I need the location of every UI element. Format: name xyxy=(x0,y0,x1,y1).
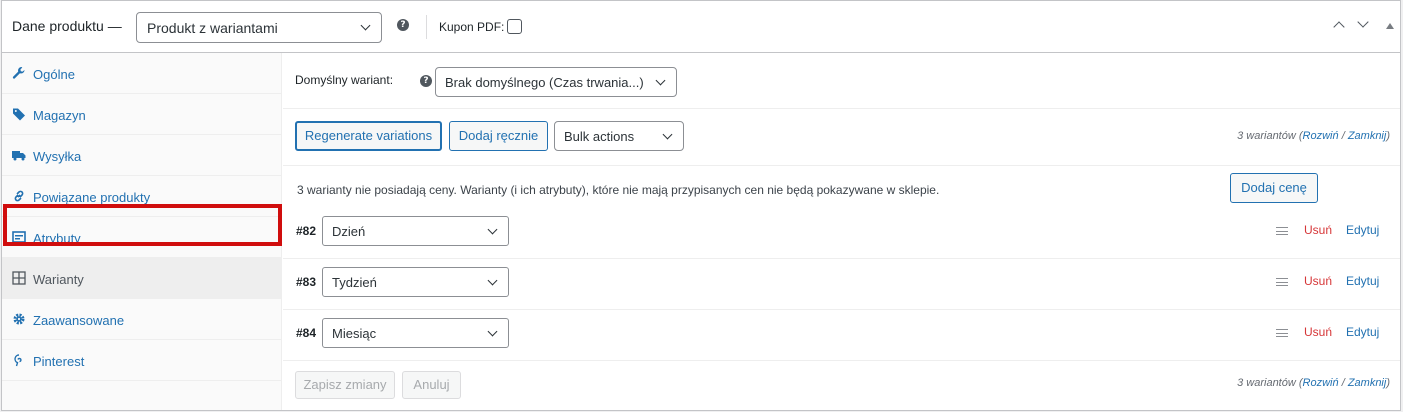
variation-attribute-value: Tydzień xyxy=(332,275,377,290)
pinterest-icon xyxy=(14,354,22,367)
tab-label: Zaawansowane xyxy=(33,313,125,328)
grid-icon xyxy=(12,271,26,285)
tab-variations[interactable]: Warianty xyxy=(2,258,281,299)
expand-link[interactable]: Rozwiń xyxy=(1303,377,1339,389)
chevron-down-icon xyxy=(662,129,673,140)
tag-icon xyxy=(13,108,25,121)
cancel-button[interactable]: Anuluj xyxy=(402,371,461,399)
gear-icon xyxy=(13,313,25,325)
move-up-icon[interactable] xyxy=(1333,21,1345,33)
edit-variation-link[interactable]: Edytuj xyxy=(1346,325,1379,339)
move-down-icon[interactable] xyxy=(1357,16,1369,28)
chevron-down-icon xyxy=(487,275,498,286)
variation-attribute-select[interactable]: Dzień xyxy=(322,216,509,246)
variations-count: 3 wariantów (Rozwiń / Zamknij) xyxy=(1237,130,1390,142)
collapse-link[interactable]: Zamknij xyxy=(1348,130,1387,142)
variation-attribute-value: Miesiąc xyxy=(332,326,377,341)
variation-attribute-select[interactable]: Tydzień xyxy=(322,267,509,297)
product-type-select[interactable]: Produkt z wariantami xyxy=(136,12,382,43)
tab-advanced[interactable]: Zaawansowane xyxy=(2,299,281,340)
variation-attribute-value: Dzień xyxy=(332,224,366,239)
tab-label: Pinterest xyxy=(33,354,85,369)
add-price-button[interactable]: Dodaj cenę xyxy=(1230,173,1318,203)
variation-id: #84 xyxy=(296,326,317,340)
edit-variation-link[interactable]: Edytuj xyxy=(1346,223,1379,237)
panel-header: Dane produktu — Produkt z wariantami ? K… xyxy=(2,1,1400,53)
tab-shipping[interactable]: Wysyłka xyxy=(2,135,281,176)
chevron-down-icon xyxy=(487,326,498,337)
tab-label: Magazyn xyxy=(33,108,86,123)
variations-panel: Domyślny wariant: ? Brak domyślnego (Cza… xyxy=(283,53,1400,410)
tab-label: Wysyłka xyxy=(33,149,82,164)
variation-row: #82 Dzień Usuń Edytuj xyxy=(283,208,1400,259)
chevron-down-icon xyxy=(655,75,666,86)
panel-title: Dane produktu — xyxy=(12,18,122,34)
tab-inventory[interactable]: Magazyn xyxy=(2,94,281,135)
bulk-actions-select[interactable]: Bulk actions xyxy=(554,121,684,151)
edit-variation-link[interactable]: Edytuj xyxy=(1346,274,1379,288)
help-icon[interactable]: ? xyxy=(420,75,432,87)
default-variant-select[interactable]: Brak domyślnego (Czas trwania...) xyxy=(435,67,677,97)
variation-row: #84 Miesiąc Usuń Edytuj xyxy=(283,310,1400,361)
expand-link[interactable]: Rozwiń xyxy=(1303,130,1339,142)
collapse-link[interactable]: Zamknij xyxy=(1348,377,1387,389)
save-changes-button[interactable]: Zapisz zmiany xyxy=(295,371,395,399)
variations-count: 3 wariantów (Rozwiń / Zamknij) xyxy=(1237,377,1390,389)
variation-id: #83 xyxy=(296,275,317,289)
default-variant-row: Domyślny wariant: ? Brak domyślnego (Cza… xyxy=(283,53,1400,109)
remove-variation-link[interactable]: Usuń xyxy=(1304,325,1332,339)
default-variant-label: Domyślny wariant: xyxy=(295,73,394,87)
chevron-down-icon xyxy=(487,224,498,235)
bulk-actions-value: Bulk actions xyxy=(564,129,635,144)
remove-variation-link[interactable]: Usuń xyxy=(1304,223,1332,237)
tab-label: Warianty xyxy=(33,272,84,287)
product-type-value: Produkt z wariantami xyxy=(147,20,278,36)
collapse-panel-icon[interactable] xyxy=(1386,23,1394,29)
coupon-pdf-label: Kupon PDF: xyxy=(439,20,505,34)
variation-id: #82 xyxy=(296,224,317,238)
tab-label: Ogólne xyxy=(33,67,75,82)
link-icon xyxy=(14,190,24,202)
wrench-icon xyxy=(12,67,25,79)
coupon-pdf-checkbox[interactable] xyxy=(507,19,522,34)
tab-label: Powiązane produkty xyxy=(33,190,151,205)
active-tab-highlight xyxy=(3,204,282,246)
variation-row: #83 Tydzień Usuń Edytuj xyxy=(283,259,1400,310)
drag-handle-icon[interactable] xyxy=(1276,227,1288,235)
variations-toolbar: Regenerate variations Dodaj ręcznie Bulk… xyxy=(283,109,1400,166)
add-manually-button[interactable]: Dodaj ręcznie xyxy=(449,121,548,151)
help-icon[interactable]: ? xyxy=(397,19,409,31)
remove-variation-link[interactable]: Usuń xyxy=(1304,274,1332,288)
tab-pinterest[interactable]: Pinterest xyxy=(2,340,281,381)
drag-handle-icon[interactable] xyxy=(1276,329,1288,337)
chevron-down-icon xyxy=(360,20,371,31)
drag-handle-icon[interactable] xyxy=(1276,278,1288,286)
notice-text: 3 warianty nie posiadają ceny. Warianty … xyxy=(297,183,940,197)
regenerate-variations-button[interactable]: Regenerate variations xyxy=(295,121,442,151)
variations-footer: Zapisz zmiany Anuluj 3 wariantów (Rozwiń… xyxy=(283,359,1400,410)
default-variant-value: Brak domyślnego (Czas trwania...) xyxy=(445,75,644,90)
variation-attribute-select[interactable]: Miesiąc xyxy=(322,318,509,348)
header-divider xyxy=(426,15,427,39)
tab-general[interactable]: Ogólne xyxy=(2,53,281,94)
truck-icon xyxy=(12,151,26,161)
